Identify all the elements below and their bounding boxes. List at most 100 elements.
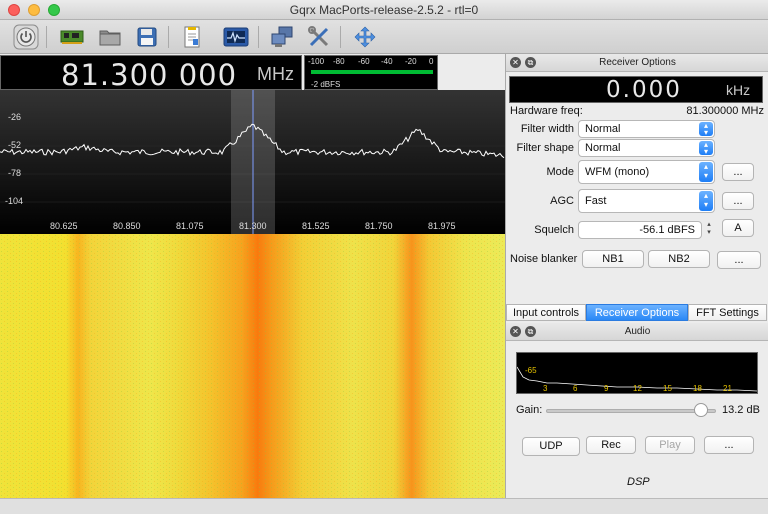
filter-width-select[interactable]: Normal ▴ ▾ bbox=[578, 120, 715, 138]
audio-tick-label: 18 bbox=[693, 384, 702, 393]
mode-select[interactable]: WFM (mono) ▴ ▾ bbox=[578, 160, 715, 184]
squelch-label: Squelch bbox=[534, 224, 574, 236]
settings-button[interactable] bbox=[305, 23, 333, 51]
squelch-value: -56.1 dBFS bbox=[639, 224, 695, 236]
agc-label: AGC bbox=[550, 195, 574, 207]
audio-tick-label: 9 bbox=[604, 384, 609, 393]
mode-options-button[interactable]: ... bbox=[722, 163, 754, 181]
chevron-updown-icon: ▴ ▾ bbox=[699, 141, 713, 156]
filter-shape-select[interactable]: Normal ▴ ▾ bbox=[578, 139, 715, 157]
window-title: Gqrx MacPorts-release-2.5.2 - rtl=0 bbox=[289, 3, 479, 17]
meter-tick: -100 bbox=[308, 57, 325, 66]
meter-level-bar bbox=[311, 70, 433, 74]
agc-options-button[interactable]: ... bbox=[722, 192, 754, 210]
network-computers-icon bbox=[271, 26, 293, 47]
notes-button[interactable] bbox=[178, 23, 206, 51]
save-button[interactable] bbox=[133, 23, 161, 51]
nb2-button[interactable]: NB2 bbox=[648, 250, 710, 268]
audio-dock-title[interactable]: ✕ ⧉ Audio bbox=[506, 323, 768, 341]
spectrum-plot-svg: -26 -52 -78 -104 80.625 80.850 81.075 81… bbox=[0, 90, 505, 234]
waterfall-svg bbox=[0, 234, 505, 498]
chevron-updown-icon: ▴ ▾ bbox=[699, 122, 713, 137]
x-tick-label: 80.850 bbox=[113, 221, 141, 231]
filter-shape-value: Normal bbox=[585, 142, 621, 154]
agc-select[interactable]: Fast ▴ ▾ bbox=[578, 189, 715, 213]
x-tick-label: 81.525 bbox=[302, 221, 330, 231]
floppy-disk-icon bbox=[137, 27, 157, 47]
tab-input-controls[interactable]: Input controls bbox=[506, 304, 586, 321]
document-icon bbox=[184, 26, 200, 48]
offset-unit: kHz bbox=[726, 82, 751, 98]
chevron-updown-icon: ▴ ▾ bbox=[699, 162, 713, 182]
noise-blanker-options-button[interactable]: ... bbox=[717, 251, 761, 269]
udp-button[interactable]: UDP bbox=[522, 437, 580, 456]
tab-fft-settings[interactable]: FFT Settings bbox=[688, 304, 767, 321]
audio-tick-label: 15 bbox=[663, 384, 672, 393]
squelch-stepper-icon[interactable]: ▴ ▾ bbox=[704, 221, 714, 239]
rec-button[interactable]: Rec bbox=[586, 436, 636, 454]
right-dock-panel: ✕ ⧉ Receiver Options 0.000 kHz Hardware … bbox=[505, 54, 768, 498]
fullscreen-button[interactable] bbox=[351, 23, 379, 51]
tools-icon bbox=[308, 26, 329, 47]
audio-tick-label: 6 bbox=[573, 384, 578, 393]
dock-title: Audio bbox=[624, 326, 651, 337]
tab-receiver-options[interactable]: Receiver Options bbox=[586, 304, 688, 321]
mode-label: Mode bbox=[546, 166, 574, 178]
open-file-button[interactable] bbox=[96, 23, 124, 51]
waterfall-display[interactable] bbox=[0, 234, 505, 498]
gain-slider-track[interactable] bbox=[546, 409, 716, 413]
gain-slider-knob[interactable] bbox=[693, 403, 708, 417]
hardware-freq-label: Hardware freq: bbox=[510, 105, 583, 117]
frequency-unit: MHz bbox=[257, 64, 294, 84]
meter-tick: -20 bbox=[405, 57, 417, 66]
agc-value: Fast bbox=[585, 195, 607, 207]
audio-tick-label: 3 bbox=[543, 384, 548, 393]
receiver-options-dock-title[interactable]: ✕ ⧉ Receiver Options bbox=[506, 54, 768, 72]
filter-shape-label: Filter shape bbox=[516, 142, 574, 154]
spectrum-button[interactable] bbox=[222, 23, 250, 51]
meter-tick: -60 bbox=[358, 57, 370, 66]
audio-level-label: -65 bbox=[525, 366, 537, 375]
signal-level-meter: -100 -80 -60 -40 -20 0 -2 dBFS bbox=[304, 55, 438, 90]
y-tick-label: -26 bbox=[8, 112, 21, 122]
nb1-button[interactable]: NB1 bbox=[582, 250, 644, 268]
frequency-digits[interactable]: 81.300 000 bbox=[61, 58, 237, 92]
x-tick-label: 80.625 bbox=[50, 221, 78, 231]
audio-plot-svg: -65 3 6 9 12 15 18 21 bbox=[516, 366, 758, 393]
audio-spectrum-plot: -65 3 6 9 12 15 18 21 bbox=[516, 352, 758, 394]
noise-blanker-label: Noise blanker bbox=[510, 253, 578, 265]
spectrum-plot[interactable]: -26 -52 -78 -104 80.625 80.850 81.075 81… bbox=[0, 90, 505, 234]
x-tick-label: 81.975 bbox=[428, 221, 456, 231]
main-toolbar bbox=[0, 20, 768, 54]
title-bar[interactable]: Gqrx MacPorts-release-2.5.2 - rtl=0 bbox=[0, 0, 768, 20]
power-button[interactable] bbox=[12, 23, 40, 51]
move-arrows-icon bbox=[354, 26, 376, 48]
play-button[interactable]: Play bbox=[645, 436, 695, 454]
dock-tab-bar: Input controls Receiver Options FFT Sett… bbox=[506, 304, 768, 321]
offset-digits[interactable]: 0.000 bbox=[606, 77, 682, 103]
audio-options-button[interactable]: ... bbox=[704, 436, 754, 454]
x-tick-label: 81.300 bbox=[239, 221, 267, 231]
filter-width-label: Filter width bbox=[520, 123, 574, 135]
hardware-freq-value: 81.300000 MHz bbox=[686, 105, 764, 117]
remote-control-button[interactable] bbox=[268, 23, 296, 51]
meter-tick: -80 bbox=[333, 57, 345, 66]
y-tick-label: -78 bbox=[8, 168, 21, 178]
mode-value: WFM (mono) bbox=[585, 166, 650, 178]
oscilloscope-icon bbox=[223, 27, 249, 47]
dsp-label: DSP bbox=[627, 476, 650, 488]
y-tick-label: -52 bbox=[8, 140, 21, 150]
device-config-button[interactable] bbox=[58, 23, 86, 51]
chevron-updown-icon: ▴ ▾ bbox=[699, 191, 713, 211]
gain-value: 13.2 dB bbox=[722, 404, 760, 416]
audio-tick-label: 21 bbox=[723, 384, 732, 393]
offset-frequency-display[interactable]: 0.000 kHz bbox=[509, 76, 763, 103]
squelch-auto-button[interactable]: A bbox=[722, 219, 754, 237]
main-frequency-display[interactable]: 81.300 000 MHz bbox=[0, 55, 302, 92]
squelch-input[interactable]: -56.1 dBFS bbox=[578, 221, 702, 239]
filter-width-value: Normal bbox=[585, 123, 621, 135]
y-tick-label: -104 bbox=[5, 196, 23, 206]
dock-title: Receiver Options bbox=[599, 57, 676, 68]
circuit-board-icon bbox=[60, 30, 84, 44]
app-window: Gqrx MacPorts-release-2.5.2 - rtl=0 81.3… bbox=[0, 0, 768, 514]
